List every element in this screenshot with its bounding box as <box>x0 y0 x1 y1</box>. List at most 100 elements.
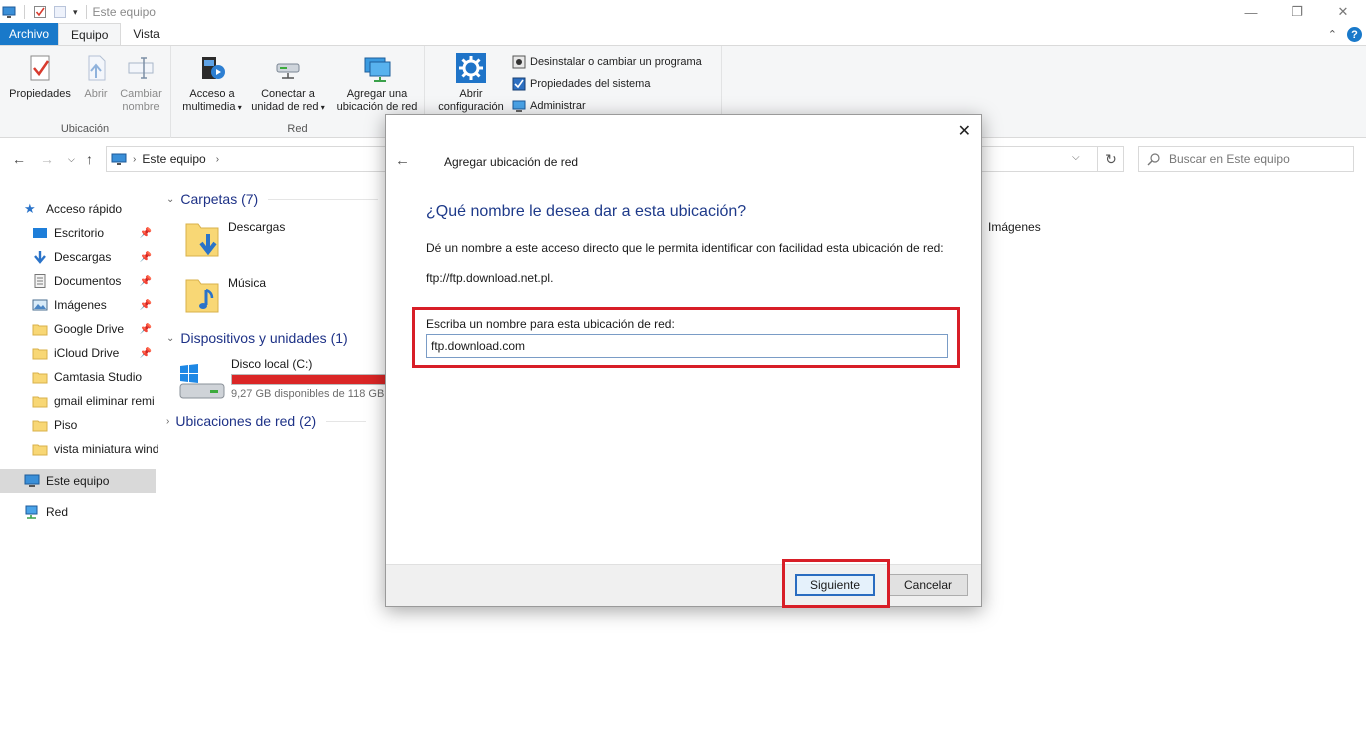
nav-item-piso[interactable]: Piso <box>0 414 158 436</box>
properties-icon <box>30 55 50 81</box>
recent-locations-chevron-icon[interactable]: ⌵ <box>68 154 75 165</box>
downloads-folder-icon <box>185 223 219 257</box>
system-properties-button[interactable]: Propiedades del sistema <box>512 77 650 91</box>
pin-icon[interactable]: 📌 <box>140 300 152 311</box>
new-folder-icon[interactable] <box>53 5 67 19</box>
nav-item-label: Camtasia Studio <box>54 370 143 384</box>
close-icon[interactable]: ✕ <box>958 121 971 141</box>
ribbon-group-label: Ubicación <box>60 123 110 135</box>
music-folder-icon <box>185 279 219 313</box>
open-settings-button[interactable]: Abrir configuración <box>433 52 509 114</box>
uninstall-program-button[interactable]: Desinstalar o cambiar un programa <box>512 55 702 69</box>
nav-item-label: gmail eliminar remi <box>54 394 155 408</box>
breadcrumb-chevron-icon[interactable]: › <box>133 154 136 165</box>
nav-item-vista-miniatura[interactable]: vista miniatura wind <box>0 438 158 460</box>
section-collapse-chevron-icon[interactable]: ⌄ <box>166 333 174 344</box>
separator <box>85 5 87 19</box>
location-name-input[interactable] <box>426 334 948 358</box>
section-collapse-chevron-icon[interactable]: ⌄ <box>166 194 174 205</box>
help-icon[interactable]: ? <box>1347 27 1362 42</box>
nav-item-label: Escritorio <box>54 226 105 240</box>
computer-icon <box>111 153 127 165</box>
nav-item-red[interactable]: Red <box>0 501 158 523</box>
media-access-button-label: Acceso a multimedia <box>182 88 236 113</box>
pin-icon[interactable]: 📌 <box>140 276 152 287</box>
nav-item-google-drive[interactable]: Google Drive 📌 <box>0 318 158 340</box>
window-controls: — ❐ ✕ <box>1228 0 1366 24</box>
nav-item-camtasia-studio[interactable]: Camtasia Studio <box>0 366 158 388</box>
folder-icon <box>32 324 48 336</box>
nav-item-este-equipo[interactable]: Este equipo <box>0 469 156 493</box>
properties-checkmark-icon[interactable] <box>33 5 47 19</box>
uninstall-icon <box>512 55 526 69</box>
open-button[interactable]: Abrir <box>78 52 114 101</box>
back-arrow-icon[interactable]: ← <box>395 152 410 169</box>
system-properties-icon <box>512 77 526 91</box>
title-bar: ▾ Este equipo — ❐ ✕ <box>0 0 1366 24</box>
section-dispositivos[interactable]: ⌄ Dispositivos y unidades (1) <box>166 330 348 346</box>
folder-name: Descargas <box>228 220 286 234</box>
add-network-location-dialog: ✕ ← Agregar ubicación de red ¿Qué nombre… <box>385 114 982 608</box>
nav-item-imagenes[interactable]: Imágenes 📌 <box>0 294 158 316</box>
nav-item-documentos[interactable]: Documentos 📌 <box>0 270 158 292</box>
separator <box>24 5 25 19</box>
section-ubicaciones-red[interactable]: › Ubicaciones de red (2) <box>166 413 367 429</box>
computer-icon[interactable] <box>2 5 16 19</box>
breadcrumb-chevron-icon[interactable]: › <box>216 154 219 165</box>
up-arrow-icon[interactable]: ↑ <box>86 151 93 167</box>
section-divider <box>268 198 379 200</box>
dropdown-arrow-icon: ▾ <box>318 103 325 112</box>
properties-button[interactable]: Propiedades <box>6 52 74 101</box>
section-carpetas[interactable]: ⌄ Carpetas (7) <box>166 191 379 207</box>
folder-musica[interactable]: Música <box>182 272 266 316</box>
collapse-ribbon-chevron-icon[interactable]: ⌃ <box>1328 28 1337 41</box>
refresh-button[interactable]: ↻ <box>1097 146 1124 172</box>
pin-icon[interactable]: 📌 <box>140 324 152 335</box>
section-divider <box>326 420 367 422</box>
breadcrumb-este-equipo[interactable]: Este equipo <box>142 152 205 166</box>
drive-c[interactable]: Disco local (C:) 9,27 GB disponibles de … <box>178 356 388 400</box>
nav-item-label: Este equipo <box>46 474 110 488</box>
back-arrow-icon[interactable]: ← <box>12 151 26 167</box>
media-access-icon <box>202 57 225 79</box>
section-expand-chevron-icon[interactable]: › <box>166 416 169 427</box>
customize-quick-access-chevron-icon[interactable]: ▾ <box>73 7 78 18</box>
folder-name: Música <box>228 276 267 290</box>
nav-item-gmail-eliminar[interactable]: gmail eliminar remi <box>0 390 158 412</box>
nav-item-escritorio[interactable]: Escritorio 📌 <box>0 222 158 244</box>
desktop-icon <box>33 228 47 238</box>
dialog-heading: ¿Qué nombre le desea dar a esta ubicació… <box>426 203 747 220</box>
pin-icon[interactable]: 📌 <box>140 228 152 239</box>
nav-item-label: Piso <box>54 418 78 432</box>
minimize-button[interactable]: — <box>1228 0 1274 24</box>
nav-item-descargas[interactable]: Descargas 📌 <box>0 246 158 268</box>
search-icon <box>1147 153 1160 166</box>
tab-archivo[interactable]: Archivo <box>0 23 59 45</box>
forward-arrow-icon[interactable]: → <box>40 151 54 167</box>
map-drive-icon <box>276 63 300 79</box>
media-access-button[interactable]: Acceso a multimedia ▾ <box>175 52 249 114</box>
drive-name: Disco local (C:) <box>231 357 313 371</box>
folder-icon <box>32 420 48 432</box>
nav-item-icloud-drive[interactable]: iCloud Drive 📌 <box>0 342 158 364</box>
properties-button-label: Propiedades <box>9 88 71 100</box>
add-network-location-button[interactable]: Agregar una ubicación de red <box>333 52 421 114</box>
cancel-button[interactable]: Cancelar <box>888 574 968 596</box>
restore-button[interactable]: ❐ <box>1274 0 1320 24</box>
highlight-box-next-button <box>782 559 890 608</box>
rename-button[interactable]: Cambiar nombre <box>116 52 166 114</box>
folder-descargas[interactable]: Descargas <box>182 216 285 260</box>
nav-item-label: Acceso rápido <box>46 202 123 216</box>
search-box[interactable]: Buscar en Este equipo <box>1138 146 1354 172</box>
nav-item-acceso-rapido[interactable]: ★ Acceso rápido <box>0 198 158 220</box>
close-window-button[interactable]: ✕ <box>1320 0 1366 24</box>
address-history-chevron-icon[interactable]: ⌵ <box>1072 152 1080 163</box>
section-title: Carpetas (7) <box>180 191 259 207</box>
manage-button[interactable]: Administrar <box>512 99 586 113</box>
map-network-drive-button[interactable]: Conectar a unidad de red ▾ <box>247 52 329 114</box>
tab-vista[interactable]: Vista <box>121 23 171 45</box>
section-title: Ubicaciones de red (2) <box>175 413 317 429</box>
tab-equipo[interactable]: Equipo <box>58 23 122 45</box>
pin-icon[interactable]: 📌 <box>140 252 152 263</box>
pin-icon[interactable]: 📌 <box>140 348 152 359</box>
